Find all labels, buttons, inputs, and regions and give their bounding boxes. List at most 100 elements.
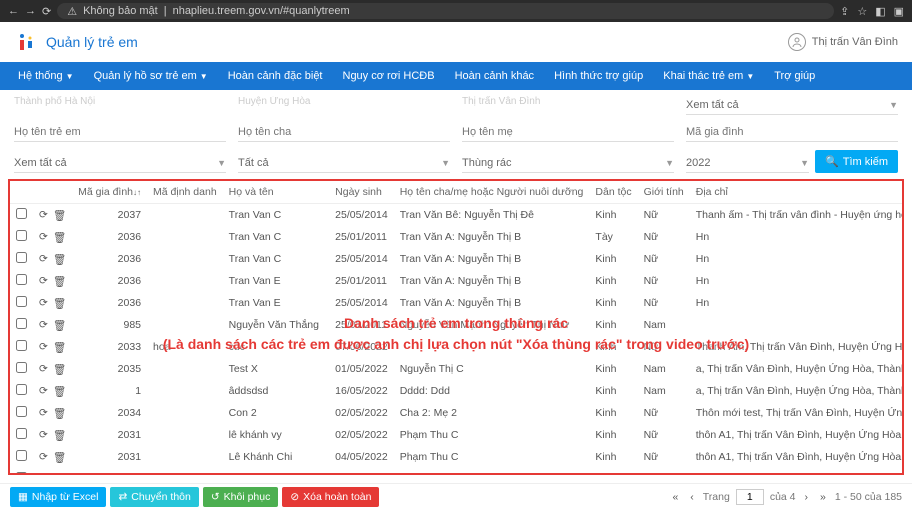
col-header-7[interactable]: Dân tộc (589, 181, 637, 204)
reload-icon[interactable]: ⟳ (42, 5, 51, 18)
page-next-icon[interactable]: › (802, 491, 812, 503)
table-row[interactable]: ⟳🗑2036Tran Van C25/05/2014Tran Văn A: Ng… (10, 248, 904, 270)
cell-cha: Phạm Thu C (394, 424, 590, 446)
import-excel-button[interactable]: ▦Nhập từ Excel (10, 487, 106, 507)
table-row[interactable]: ⟳🗑2036Tran Van C25/01/2011Tran Văn A: Ng… (10, 226, 904, 248)
row-checkbox[interactable] (16, 428, 27, 439)
nav-item-2[interactable]: Hoàn cảnh đặc biệt (220, 64, 331, 88)
delete-row-icon[interactable]: 🗑 (53, 209, 66, 222)
delete-row-icon[interactable]: 🗑 (53, 429, 66, 442)
restore-row-icon[interactable]: ⟳ (39, 473, 48, 476)
row-checkbox[interactable] (16, 230, 27, 241)
delete-row-icon[interactable]: 🗑 (53, 297, 66, 310)
nav-item-4[interactable]: Hoàn cảnh khác (447, 64, 543, 88)
extension-icon[interactable]: ◧ (875, 5, 885, 18)
col-header-8[interactable]: Giới tính (638, 181, 690, 204)
restore-row-icon[interactable]: ⟳ (39, 319, 48, 332)
nav-item-3[interactable]: Nguy cơ rơi HCĐB (335, 64, 443, 88)
delete-row-icon[interactable]: 🗑 (53, 363, 66, 376)
delete-row-icon[interactable]: 🗑 (53, 253, 66, 266)
delete-row-icon[interactable]: 🗑 (53, 319, 66, 332)
restore-row-icon[interactable]: ⟳ (39, 209, 48, 222)
forward-icon[interactable]: → (25, 5, 36, 17)
table-row[interactable]: ⟳🗑2035Test X01/05/2022Nguyễn Thị CKinhNa… (10, 358, 904, 380)
table-row[interactable]: ⟳🗑2031Lê Khánh Chi04/05/2022Phạm Thu CKi… (10, 446, 904, 468)
col-header-2[interactable]: Mã gia đình↓↑ (72, 181, 147, 204)
mother-name-input[interactable] (462, 123, 674, 142)
row-checkbox[interactable] (16, 252, 27, 263)
delete-row-icon[interactable]: 🗑 (53, 275, 66, 288)
table-row[interactable]: ⟳🗑2032Lê Bảo An09/11/2015Lê Văn Tuấn: Ng… (10, 468, 904, 475)
filter-select-trash[interactable]: Thùng rác▼ (462, 154, 674, 173)
filter-select-1[interactable]: Xem tất cả▼ (14, 154, 226, 173)
nav-item-1[interactable]: Quản lý hồ sơ trẻ em▼ (86, 64, 216, 88)
row-checkbox[interactable] (16, 362, 27, 373)
col-header-0[interactable] (10, 181, 33, 204)
restore-row-icon[interactable]: ⟳ (39, 275, 48, 288)
restore-row-icon[interactable]: ⟳ (39, 363, 48, 376)
page-prev-icon[interactable]: ‹ (687, 491, 697, 503)
nav-item-0[interactable]: Hệ thống▼ (10, 64, 82, 88)
page-last-icon[interactable]: » (817, 491, 829, 503)
row-checkbox[interactable] (16, 274, 27, 285)
col-header-6[interactable]: Họ tên cha/mẹ hoặc Người nuôi dưỡng (394, 181, 590, 204)
delete-row-icon[interactable]: 🗑 (53, 451, 66, 464)
filter-view-all-1[interactable]: Xem tất cả▼ (686, 96, 898, 115)
row-checkbox[interactable] (16, 208, 27, 219)
user-badge[interactable]: Thị trấn Vân Đình (788, 33, 898, 51)
table-row[interactable]: ⟳🗑2033hoacúc07/06/2022KinhNữThanh Ấm, Th… (10, 336, 904, 358)
row-checkbox[interactable] (16, 450, 27, 461)
nav-item-7[interactable]: Trợ giúp (766, 64, 823, 88)
search-button[interactable]: 🔍Tìm kiếm (815, 150, 898, 173)
restore-row-icon[interactable]: ⟳ (39, 385, 48, 398)
delete-permanent-button[interactable]: ⊘Xóa hoàn toàn (282, 487, 379, 507)
filter-select-year[interactable]: 2022▼ (686, 154, 809, 173)
url-bar[interactable]: ⚠ Không bảo mật | nhaplieu.treem.gov.vn/… (57, 3, 834, 19)
nav-item-5[interactable]: Hình thức trợ giúp (546, 64, 651, 88)
cell-ma_gd: 2036 (72, 292, 147, 314)
table-row[interactable]: ⟳🗑2031lê khánh vy02/05/2022Phạm Thu CKin… (10, 424, 904, 446)
col-header-3[interactable]: Mã định danh (147, 181, 223, 204)
restore-row-icon[interactable]: ⟳ (39, 407, 48, 420)
table-row[interactable]: ⟳🗑985Nguyễn Văn Thắng25/01/2011Nguyễn Vă… (10, 314, 904, 336)
table-row[interactable]: ⟳🗑2036Tran Van E25/05/2014Tran Văn A: Ng… (10, 292, 904, 314)
col-header-4[interactable]: Họ và tên (223, 181, 329, 204)
father-name-input[interactable] (238, 123, 450, 142)
restore-row-icon[interactable]: ⟳ (39, 253, 48, 266)
delete-row-icon[interactable]: 🗑 (53, 473, 66, 476)
row-checkbox[interactable] (16, 472, 27, 475)
table-row[interactable]: ⟳🗑1âddsdsd16/05/2022Dddd: DddKinhNama, T… (10, 380, 904, 402)
table-row[interactable]: ⟳🗑2036Tran Van E25/01/2011Tran Văn A: Ng… (10, 270, 904, 292)
delete-row-icon[interactable]: 🗑 (53, 385, 66, 398)
col-header-1[interactable] (33, 181, 72, 204)
delete-row-icon[interactable]: 🗑 (53, 341, 66, 354)
restore-row-icon[interactable]: ⟳ (39, 297, 48, 310)
page-first-icon[interactable]: « (669, 491, 681, 503)
star-icon[interactable]: ☆ (857, 5, 867, 18)
child-name-input[interactable] (14, 123, 226, 142)
restore-row-icon[interactable]: ⟳ (39, 341, 48, 354)
row-checkbox[interactable] (16, 384, 27, 395)
nav-item-6[interactable]: Khai thác trẻ em▼ (655, 64, 762, 88)
restore-row-icon[interactable]: ⟳ (39, 231, 48, 244)
family-code-input[interactable] (686, 123, 898, 142)
row-checkbox[interactable] (16, 318, 27, 329)
restore-button[interactable]: ↺Khôi phục (203, 487, 279, 507)
page-input[interactable] (736, 489, 764, 505)
delete-row-icon[interactable]: 🗑 (53, 231, 66, 244)
profile-icon[interactable]: ▣ (894, 5, 904, 18)
restore-row-icon[interactable]: ⟳ (39, 451, 48, 464)
col-header-9[interactable]: Địa chỉ (690, 181, 904, 204)
row-checkbox[interactable] (16, 340, 27, 351)
restore-row-icon[interactable]: ⟳ (39, 429, 48, 442)
table-row[interactable]: ⟳🗑2034Con 202/05/2022Cha 2: Mẹ 2KinhNữTh… (10, 402, 904, 424)
back-icon[interactable]: ← (8, 5, 19, 17)
row-checkbox[interactable] (16, 296, 27, 307)
move-village-button[interactable]: ⇄Chuyển thôn (110, 487, 198, 507)
row-checkbox[interactable] (16, 406, 27, 417)
table-row[interactable]: ⟳🗑2037Tran Van C25/05/2014Tran Văn Bê: N… (10, 204, 904, 227)
share-icon[interactable]: ⇪ (840, 5, 849, 18)
delete-row-icon[interactable]: 🗑 (53, 407, 66, 420)
col-header-5[interactable]: Ngày sinh (329, 181, 394, 204)
filter-select-2[interactable]: Tất cả▼ (238, 154, 450, 173)
